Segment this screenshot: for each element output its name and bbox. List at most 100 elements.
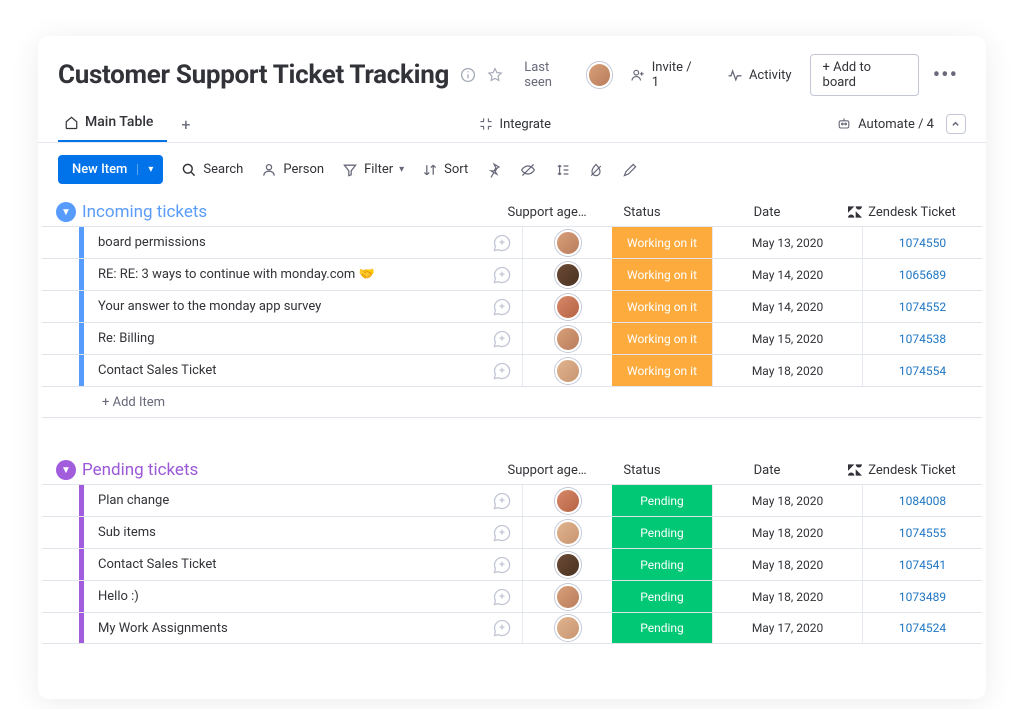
column-header-status[interactable]: Status	[592, 463, 692, 478]
table-row[interactable]: My Work Assignments PendingMay 17, 202010…	[42, 612, 982, 644]
cell-date[interactable]: May 14, 2020	[712, 259, 862, 290]
open-conversation-button[interactable]	[482, 355, 522, 386]
row-title[interactable]: board permissions	[90, 227, 482, 258]
cell-zendesk[interactable]: 1065689	[862, 259, 982, 290]
cell-agent[interactable]	[522, 581, 612, 612]
chevron-down-icon[interactable]: ▾	[137, 164, 153, 175]
cell-status[interactable]: Working on it	[612, 259, 712, 290]
table-row[interactable]: board permissions Working on itMay 13, 20…	[42, 226, 982, 258]
row-title[interactable]: Plan change	[90, 485, 482, 516]
row-title[interactable]: My Work Assignments	[90, 613, 482, 643]
group-name[interactable]: Incoming tickets	[82, 202, 207, 222]
invite-button[interactable]: Invite / 1	[622, 56, 709, 94]
person-filter-button[interactable]: Person	[261, 162, 324, 178]
table-row[interactable]: Re: BillingWorking on itMay 15, 20201074…	[42, 322, 982, 354]
cell-status[interactable]: Pending	[612, 613, 712, 643]
color-button[interactable]	[588, 162, 604, 178]
open-conversation-button[interactable]	[482, 613, 522, 643]
cell-zendesk[interactable]: 1074550	[862, 227, 982, 258]
open-conversation-button[interactable]	[482, 291, 522, 322]
hide-button[interactable]	[520, 162, 536, 178]
row-title[interactable]: Contact Sales Ticket	[90, 355, 482, 386]
open-conversation-button[interactable]	[482, 517, 522, 548]
open-conversation-button[interactable]	[482, 259, 522, 290]
cell-agent[interactable]	[522, 549, 612, 580]
row-title[interactable]: Your answer to the monday app survey	[90, 291, 482, 322]
star-icon[interactable]	[487, 66, 505, 84]
pin-button[interactable]	[486, 162, 502, 178]
cell-zendesk[interactable]: 1084008	[862, 485, 982, 516]
integrate-button[interactable]: Integrate	[470, 112, 560, 136]
cell-agent[interactable]	[522, 259, 612, 290]
filter-button[interactable]: Filter ▾	[342, 162, 404, 178]
cell-date[interactable]: May 18, 2020	[712, 581, 862, 612]
row-title[interactable]: Hello :)	[90, 581, 482, 612]
cell-zendesk[interactable]: 1074552	[862, 291, 982, 322]
group-collapse-button[interactable]: ▼	[56, 460, 76, 480]
cell-date[interactable]: May 17, 2020	[712, 613, 862, 643]
column-header-zendesk[interactable]: Zendesk Ticket	[842, 205, 962, 220]
cell-status[interactable]: Pending	[612, 485, 712, 516]
column-header-date[interactable]: Date	[692, 463, 842, 478]
add-item-row[interactable]: + Add Item	[42, 386, 982, 418]
board-title[interactable]: Customer Support Ticket Tracking	[58, 60, 449, 90]
add-to-board-button[interactable]: + Add to board	[810, 54, 919, 96]
cell-zendesk[interactable]: 1074554	[862, 355, 982, 386]
cell-zendesk[interactable]: 1074524	[862, 613, 982, 643]
open-conversation-button[interactable]	[482, 549, 522, 580]
add-tab-button[interactable]: +	[171, 111, 200, 138]
cell-status[interactable]: Working on it	[612, 227, 712, 258]
row-title[interactable]: Re: Billing	[90, 323, 482, 354]
sort-button[interactable]: Sort	[422, 162, 468, 178]
group-collapse-button[interactable]: ▼	[56, 202, 76, 222]
cell-date[interactable]: May 14, 2020	[712, 291, 862, 322]
row-title[interactable]: RE: RE: 3 ways to continue with monday.c…	[90, 259, 482, 290]
cell-date[interactable]: May 15, 2020	[712, 323, 862, 354]
column-header-agent[interactable]: Support age…	[502, 463, 592, 478]
open-conversation-button[interactable]	[482, 485, 522, 516]
cell-date[interactable]: May 13, 2020	[712, 227, 862, 258]
cell-agent[interactable]	[522, 291, 612, 322]
cell-zendesk[interactable]: 1073489	[862, 581, 982, 612]
table-row[interactable]: RE: RE: 3 ways to continue with monday.c…	[42, 258, 982, 290]
column-header-agent[interactable]: Support age…	[502, 205, 592, 220]
cell-agent[interactable]	[522, 227, 612, 258]
cell-agent[interactable]	[522, 323, 612, 354]
table-row[interactable]: Your answer to the monday app survey Work…	[42, 290, 982, 322]
cell-zendesk[interactable]: 1074541	[862, 549, 982, 580]
cell-agent[interactable]	[522, 355, 612, 386]
cell-agent[interactable]	[522, 613, 612, 643]
table-row[interactable]: Plan change PendingMay 18, 20201084008	[42, 484, 982, 516]
automate-button[interactable]: Automate / 4	[828, 112, 942, 136]
open-conversation-button[interactable]	[482, 227, 522, 258]
activity-button[interactable]: Activity	[719, 63, 800, 87]
table-row[interactable]: Sub items PendingMay 18, 20201074555	[42, 516, 982, 548]
open-conversation-button[interactable]	[482, 581, 522, 612]
height-button[interactable]	[554, 162, 570, 178]
cell-date[interactable]: May 18, 2020	[712, 549, 862, 580]
table-row[interactable]: Contact Sales TicketPendingMay 18, 20201…	[42, 548, 982, 580]
tab-main-table[interactable]: Main Table	[58, 106, 167, 142]
edit-button[interactable]	[622, 162, 638, 178]
table-row[interactable]: Hello :) PendingMay 18, 20201073489	[42, 580, 982, 612]
column-header-date[interactable]: Date	[692, 205, 842, 220]
cell-date[interactable]: May 18, 2020	[712, 485, 862, 516]
new-item-button[interactable]: New Item ▾	[58, 155, 163, 184]
cell-status[interactable]: Pending	[612, 517, 712, 548]
table-row[interactable]: Contact Sales TicketWorking on itMay 18,…	[42, 354, 982, 386]
row-title[interactable]: Sub items	[90, 517, 482, 548]
open-conversation-button[interactable]	[482, 323, 522, 354]
info-icon[interactable]	[459, 66, 477, 84]
cell-status[interactable]: Pending	[612, 581, 712, 612]
row-title[interactable]: Contact Sales Ticket	[90, 549, 482, 580]
more-menu-button[interactable]: •••	[929, 63, 962, 88]
cell-date[interactable]: May 18, 2020	[712, 517, 862, 548]
cell-agent[interactable]	[522, 485, 612, 516]
cell-status[interactable]: Working on it	[612, 291, 712, 322]
last-seen[interactable]: Last seen	[524, 60, 612, 90]
column-header-zendesk[interactable]: Zendesk Ticket	[842, 463, 962, 478]
cell-zendesk[interactable]: 1074538	[862, 323, 982, 354]
cell-zendesk[interactable]: 1074555	[862, 517, 982, 548]
cell-date[interactable]: May 18, 2020	[712, 355, 862, 386]
group-name[interactable]: Pending tickets	[82, 460, 198, 480]
